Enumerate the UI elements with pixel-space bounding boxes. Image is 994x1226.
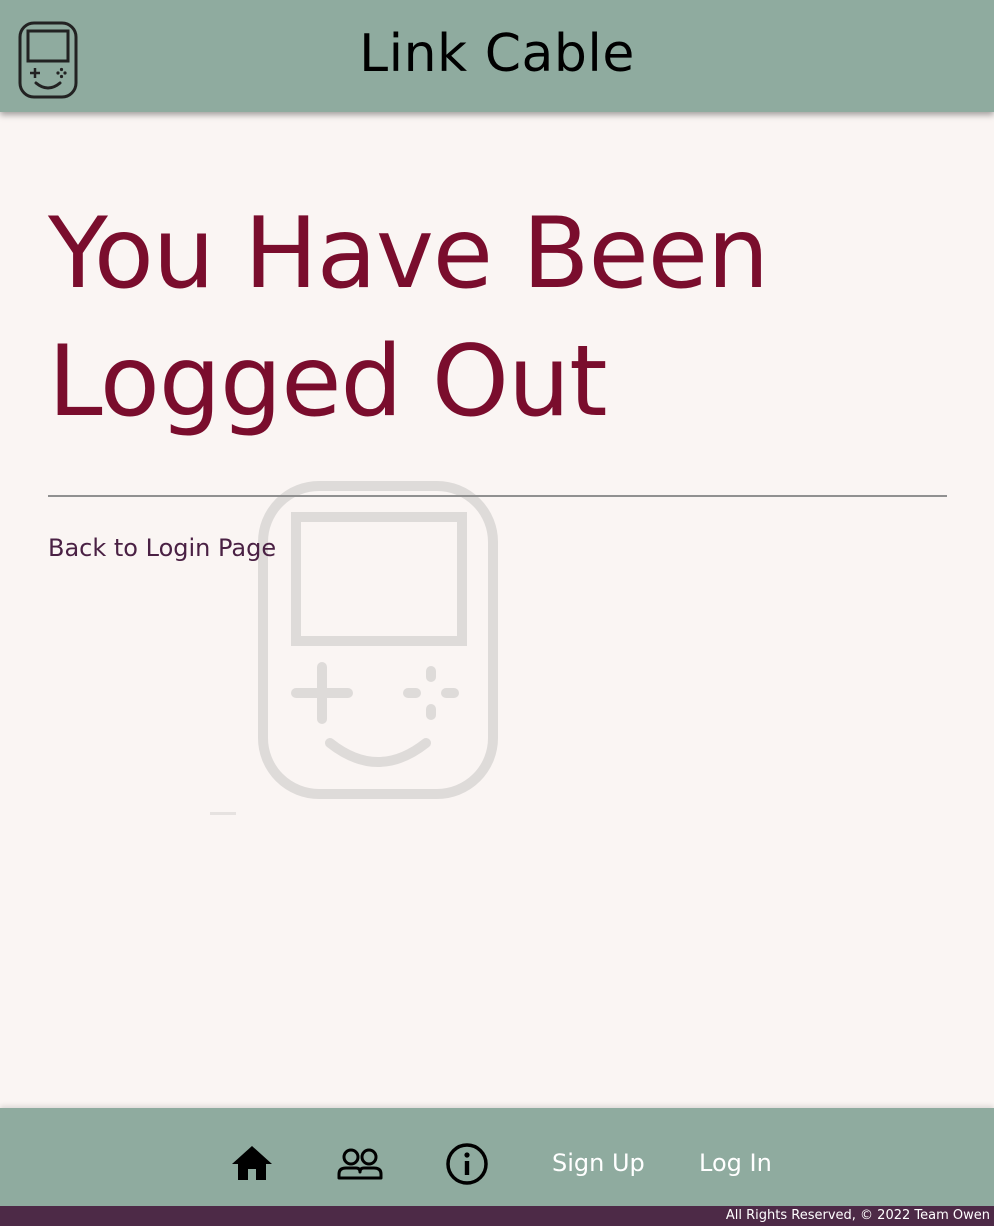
info-icon[interactable] [445,1142,489,1186]
app-header: Link Cable [0,0,994,112]
nav-login-link[interactable]: Log In [699,1146,772,1180]
main-content: You Have Been Logged Out [48,190,947,446]
divider [48,495,947,497]
page-heading-line2: Logged Out [48,325,608,439]
page-heading: You Have Been Logged Out [48,190,947,446]
page-heading-line1: You Have Been [48,197,769,311]
copyright-bar: All Rights Reserved, © 2022 Team Owen [0,1206,994,1226]
copyright-text: All Rights Reserved, © 2022 Team Owen [725,1208,990,1223]
decorative-dash [210,812,236,815]
home-icon[interactable] [230,1144,274,1182]
footer-nav [0,1108,994,1206]
handheld-console-watermark-icon [258,481,498,799]
app-title: Link Cable [359,24,635,84]
back-to-login-link[interactable]: Back to Login Page [48,532,276,564]
nav-signup-link[interactable]: Sign Up [552,1146,645,1180]
people-icon[interactable] [336,1148,384,1182]
